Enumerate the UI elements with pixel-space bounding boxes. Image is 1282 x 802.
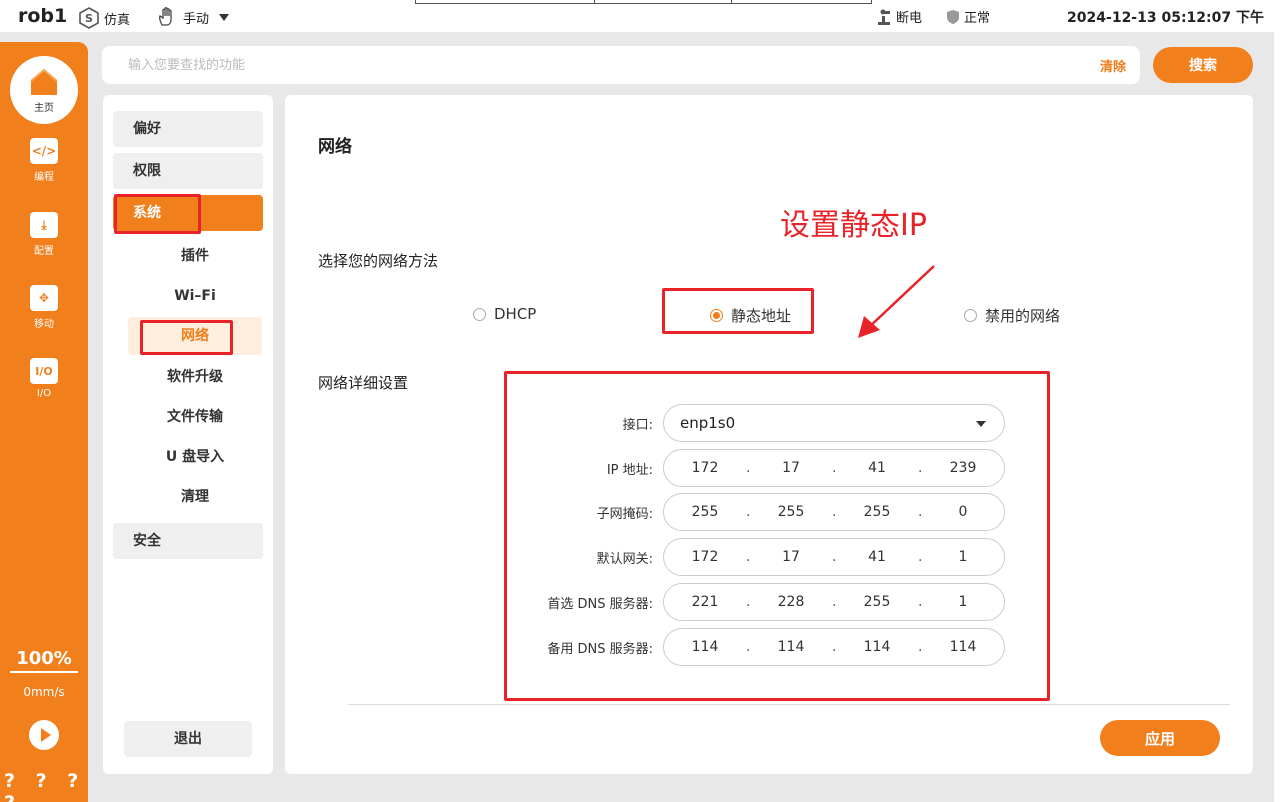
simulation-label: 仿真 xyxy=(104,12,131,28)
nav-programming[interactable]: </> 编程 xyxy=(0,138,88,183)
submenu-wifi[interactable]: Wi–Fi xyxy=(128,277,262,315)
menu-security[interactable]: 安全 xyxy=(113,523,263,559)
mode-dropdown[interactable]: 手动 xyxy=(157,7,230,27)
nav-io[interactable]: I/O I/O xyxy=(0,358,88,399)
mode-label: 手动 xyxy=(183,11,210,27)
radio-dhcp-label: DHCP xyxy=(494,305,537,323)
menu-preferences[interactable]: 偏好 xyxy=(113,111,263,147)
robot-name: rob1 xyxy=(18,5,68,27)
submenu-plugins[interactable]: 插件 xyxy=(128,237,262,275)
annotation-arrow-icon xyxy=(858,265,935,338)
clear-button[interactable]: 清除 xyxy=(1100,56,1126,75)
annotation-box-system xyxy=(114,194,201,234)
submenu-file-transfer[interactable]: 文件传输 xyxy=(128,398,262,436)
nav-config[interactable]: ⤓ 配置 xyxy=(0,212,88,257)
home-label: 主页 xyxy=(34,102,54,114)
velocity-readout: 0mm/s xyxy=(23,685,65,699)
play-button[interactable] xyxy=(29,720,59,750)
chevron-down-icon xyxy=(219,13,230,21)
network-details-label: 网络详细设置 xyxy=(318,374,409,392)
safety-status[interactable]: 正常 xyxy=(946,7,990,26)
annotation-box-network xyxy=(140,320,233,355)
annotation-box-static xyxy=(662,288,814,334)
radio-dot xyxy=(473,307,486,321)
robot-arm-icon xyxy=(878,9,890,25)
main-sidebar: 主页 </> 编程 ⤓ 配置 ✥ 移动 I/O I/O 100% 0mm/s ?… xyxy=(0,42,88,802)
apply-button[interactable]: 应用 xyxy=(1100,720,1220,756)
power-status[interactable]: 断电 xyxy=(876,7,922,26)
shield-icon xyxy=(947,9,959,24)
divider xyxy=(348,704,1230,705)
radio-disabled[interactable]: 禁用的网络 xyxy=(964,305,1060,326)
nav-programming-label: 编程 xyxy=(34,172,54,183)
home-button[interactable]: 主页 xyxy=(10,56,78,124)
tab-strip xyxy=(415,0,872,4)
logout-button[interactable]: 退出 xyxy=(124,721,252,757)
nav-io-label: I/O xyxy=(36,388,52,399)
safety-label: 正常 xyxy=(964,11,991,26)
menu-permissions[interactable]: 权限 xyxy=(113,153,263,189)
search-input[interactable] xyxy=(128,55,1028,75)
simulation-icon: S xyxy=(79,7,99,29)
code-icon: </> xyxy=(30,138,58,164)
annotation-box-details xyxy=(504,371,1050,701)
nav-move[interactable]: ✥ 移动 xyxy=(0,285,88,330)
page-title: 网络 xyxy=(318,137,352,157)
power-label: 断电 xyxy=(896,11,923,26)
download-icon: ⤓ xyxy=(30,212,58,238)
annotation-text: 设置静态IP xyxy=(780,208,927,243)
io-icon: I/O xyxy=(30,358,58,384)
move-arrows-icon: ✥ xyxy=(30,285,58,311)
radio-dot xyxy=(964,309,977,322)
submenu-usb-import[interactable]: U 盘导入 xyxy=(128,438,262,476)
radio-dhcp[interactable]: DHCP xyxy=(473,305,536,323)
network-method-label: 选择您的网络方法 xyxy=(318,252,439,270)
svg-text:S: S xyxy=(85,12,93,25)
hand-icon xyxy=(158,7,172,26)
search-button[interactable]: 搜索 xyxy=(1153,47,1253,83)
speed-percent[interactable]: 100% xyxy=(10,648,78,673)
help-marks[interactable]: ? ? ? ? xyxy=(4,770,88,802)
datetime: 2024-12-13 05:12:07 下午 xyxy=(1067,10,1264,26)
search-bar: 清除 xyxy=(102,46,1140,84)
window-edge xyxy=(1274,32,1282,802)
submenu-cleanup[interactable]: 清理 xyxy=(128,478,262,516)
nav-move-label: 移动 xyxy=(34,319,54,330)
simulation-toggle[interactable]: S 仿真 xyxy=(78,7,130,29)
top-bar: rob1 S 仿真 手动 断电 正常 2024-12-13 05:12:07 下… xyxy=(0,0,1282,32)
radio-disabled-label: 禁用的网络 xyxy=(985,307,1061,325)
nav-config-label: 配置 xyxy=(34,246,54,257)
house-icon xyxy=(30,68,58,95)
submenu-software-upgrade[interactable]: 软件升级 xyxy=(128,358,262,396)
